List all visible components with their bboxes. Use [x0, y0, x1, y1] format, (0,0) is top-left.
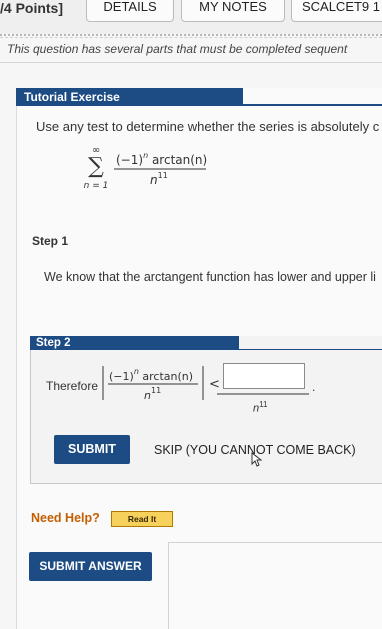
panel-divider-vertical — [168, 542, 169, 629]
series-denominator: n11 — [150, 171, 168, 187]
therefore-label: Therefore — [46, 379, 99, 393]
details-button[interactable]: DETAILS — [86, 0, 174, 22]
tutorial-header-rule — [243, 104, 382, 106]
answer-denominator: n11 — [253, 400, 268, 415]
section-divider — [0, 62, 382, 63]
need-help-label: Need Help? — [31, 511, 100, 525]
step2-inequality: (−1)n arctan(n) n11 < — [102, 366, 220, 402]
step2-denominator: n11 — [144, 386, 161, 402]
series-expression: ∞ ∑ n = 1 (−1)n arctan(n) n11 — [84, 145, 208, 191]
header-divider-dashed — [0, 37, 382, 38]
question-intro: This question has several parts that mus… — [7, 42, 348, 56]
tutorial-instruction: Use any test to determine whether the se… — [36, 119, 380, 134]
answer-input[interactable] — [223, 363, 305, 389]
less-than-symbol: < — [209, 377, 220, 392]
step2-header-rule — [239, 349, 382, 350]
step1-label: Step 1 — [32, 234, 69, 248]
panel-divider-horizontal — [168, 542, 382, 543]
read-it-button[interactable]: Read It — [111, 511, 173, 527]
step1-text: We know that the arctangent function has… — [44, 270, 376, 284]
answer-period: . — [312, 380, 316, 394]
submit-answer-button[interactable]: SUBMIT ANSWER — [29, 552, 152, 581]
header-divider — [0, 34, 382, 36]
sum-symbol: ∑ — [88, 154, 104, 179]
step2-numerator: (−1)n arctan(n) — [109, 367, 193, 383]
step2-label: Step 2 — [30, 336, 239, 350]
points-label: /4 Points] — [0, 0, 64, 16]
submit-button[interactable]: SUBMIT — [54, 435, 130, 464]
course-code-button[interactable]: SCALCET9 1 — [291, 0, 382, 22]
answer-fraction-bar — [217, 393, 309, 395]
my-notes-button[interactable]: MY NOTES — [181, 0, 285, 22]
mouse-cursor-icon — [251, 452, 263, 467]
series-numerator: (−1)n arctan(n) — [116, 151, 207, 167]
sum-lower-limit: n = 1 — [84, 181, 109, 191]
tutorial-header: Tutorial Exercise — [16, 88, 243, 106]
